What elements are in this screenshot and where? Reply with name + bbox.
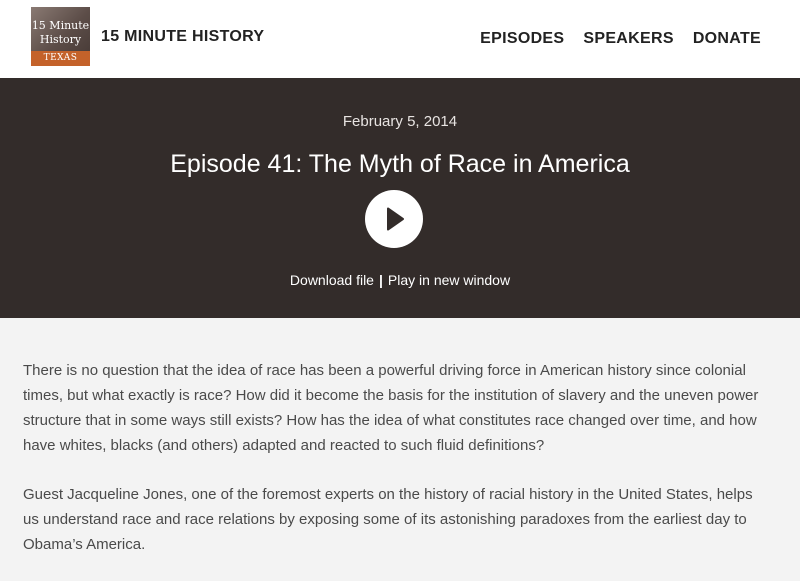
episode-title: Episode 41: The Myth of Race in America [170, 150, 630, 178]
description-paragraph: There is no question that the idea of ra… [23, 362, 759, 454]
logo-text-line2: History [39, 33, 82, 46]
logo-text-line1: 15 Minute [31, 19, 90, 32]
site-header: 15 Minute History TEXAS 15 MINUTE HISTOR… [0, 0, 800, 78]
link-separator: | [378, 272, 383, 288]
nav-speakers[interactable]: SPEAKERS [583, 30, 673, 48]
main-nav: EPISODES SPEAKERS DONATE [480, 30, 761, 48]
play-icon [387, 207, 404, 231]
episode-date: February 5, 2014 [342, 113, 458, 130]
site-title[interactable]: 15 MINUTE HISTORY [101, 28, 264, 46]
episode-hero: February 5, 2014 Episode 41: The Myth of… [0, 78, 800, 318]
episode-description: There is no question that the idea of ra… [23, 358, 763, 581]
nav-donate[interactable]: DONATE [693, 30, 761, 48]
play-new-window-link[interactable]: Play in new window [388, 272, 510, 288]
logo-banner: TEXAS [31, 51, 90, 66]
logo-subtext: TEXAS [43, 53, 78, 63]
site-logo[interactable]: 15 Minute History TEXAS [31, 7, 90, 66]
episode-links: Download file | Play in new window [0, 272, 800, 288]
nav-episodes[interactable]: EPISODES [480, 30, 564, 48]
description-paragraph: Guest Jacqueline Jones, one of the forem… [23, 486, 753, 553]
play-button[interactable] [365, 190, 423, 248]
download-file-link[interactable]: Download file [290, 272, 374, 288]
